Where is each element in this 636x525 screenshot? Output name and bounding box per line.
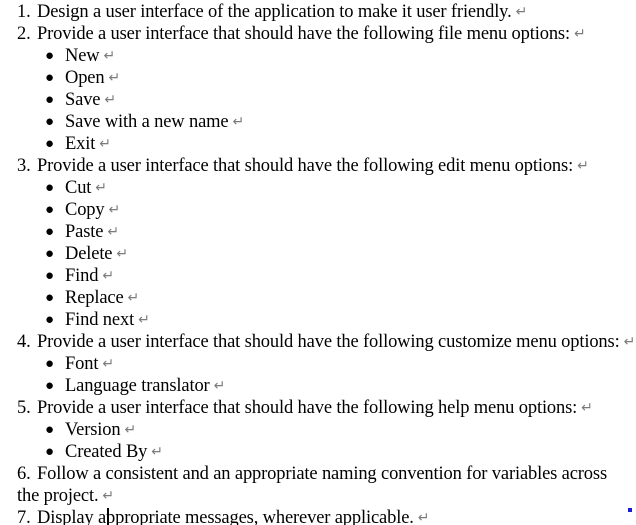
list-item[interactable]: ● Language translator ↵ <box>0 375 636 397</box>
list-item[interactable]: ● Find ↵ <box>0 265 636 287</box>
list-item-label: New <box>65 46 100 66</box>
requirement-text: Provide a user interface that should hav… <box>37 156 574 176</box>
list-item[interactable]: ● Save with a new name ↵ <box>0 111 636 133</box>
list-item-label: Exit <box>65 134 96 154</box>
list-number: 3. <box>17 156 31 176</box>
bullet-icon: ● <box>45 378 54 394</box>
list-item-label: Created By <box>65 442 148 462</box>
bullet-icon: ● <box>45 290 54 306</box>
requirement-line[interactable]: 5. Provide a user interface that should h… <box>0 397 636 419</box>
paragraph-return-mark: ↵ <box>515 4 528 20</box>
bullet-icon: ● <box>45 312 54 328</box>
requirement-line[interactable]: 4. Provide a user interface that should h… <box>0 331 636 353</box>
bullet-icon: ● <box>45 48 54 64</box>
list-item[interactable]: ● New ↵ <box>0 45 636 67</box>
bullet-icon: ● <box>45 422 54 438</box>
requirement-text: Provide a user interface that should hav… <box>37 398 578 418</box>
paragraph-return-mark: ↵ <box>623 334 636 350</box>
bullet-icon: ● <box>45 92 54 108</box>
paragraph-return-mark: ↵ <box>107 224 119 240</box>
paragraph-return-mark: ↵ <box>102 268 114 284</box>
paragraph-return-mark: ↵ <box>213 378 226 394</box>
list-item-label: Font <box>65 354 99 374</box>
list-item[interactable]: ● Delete ↵ <box>0 243 636 265</box>
requirement-text: Follow a consistent and an appropriate n… <box>37 464 608 484</box>
bullet-icon: ● <box>45 246 54 262</box>
paragraph-return-mark: ↵ <box>573 26 586 42</box>
list-number: 6. <box>17 464 31 484</box>
list-item-label: Version <box>65 420 121 440</box>
paragraph-return-mark: ↵ <box>95 180 107 196</box>
requirement-continuation-line[interactable]: the project. ↵ <box>0 485 636 507</box>
requirement-text: the project. <box>17 486 99 506</box>
paragraph-return-mark: ↵ <box>116 246 128 262</box>
list-number: 2. <box>17 24 31 44</box>
list-item-label: Open <box>65 68 105 88</box>
document-text-body[interactable]: 1. Design a user interface of the applica… <box>0 0 636 525</box>
paragraph-return-mark: ↵ <box>417 510 430 525</box>
list-item-label: Save <box>65 90 101 110</box>
revision-anchor-mark <box>628 508 632 512</box>
document-viewport[interactable]: 1. Design a user interface of the applica… <box>0 0 636 525</box>
bullet-icon: ● <box>45 356 54 372</box>
list-number: 7. <box>17 508 31 525</box>
requirement-line[interactable]: 7. Display appropriate messages, wherever… <box>0 507 636 525</box>
list-item[interactable]: ● Cut ↵ <box>0 177 636 199</box>
bullet-icon: ● <box>45 202 54 218</box>
list-item[interactable]: ● Open ↵ <box>0 67 636 89</box>
text-cursor <box>107 508 109 525</box>
list-item[interactable]: ● Created By ↵ <box>0 441 636 463</box>
paragraph-return-mark: ↵ <box>108 70 121 86</box>
list-item[interactable]: ● Exit ↵ <box>0 133 636 155</box>
paragraph-return-mark: ↵ <box>108 202 121 218</box>
requirement-line[interactable]: 1. Design a user interface of the applica… <box>0 1 636 23</box>
requirement-text: Display appropriate messages, wherever a… <box>37 508 414 525</box>
paragraph-return-mark: ↵ <box>581 400 593 416</box>
paragraph-return-mark: ↵ <box>138 312 150 328</box>
list-number: 4. <box>17 332 31 352</box>
list-item[interactable]: ● Replace ↵ <box>0 287 636 309</box>
bullet-icon: ● <box>45 70 54 86</box>
list-item[interactable]: ● Version ↵ <box>0 419 636 441</box>
requirement-line[interactable]: 3. Provide a user interface that should h… <box>0 155 636 177</box>
list-item-label: Cut <box>65 178 92 198</box>
bullet-icon: ● <box>45 268 54 284</box>
list-item[interactable]: ● Find next ↵ <box>0 309 636 331</box>
list-item[interactable]: ● Font ↵ <box>0 353 636 375</box>
requirement-text: Provide a user interface that should hav… <box>37 24 570 44</box>
paragraph-return-mark: ↵ <box>103 48 116 64</box>
paragraph-return-mark: ↵ <box>104 92 116 108</box>
requirement-text: Provide a user interface that should hav… <box>37 332 620 352</box>
paragraph-return-mark: ↵ <box>232 114 245 130</box>
paragraph-return-mark: ↵ <box>127 290 140 306</box>
requirement-line[interactable]: 6. Follow a consistent and an appropriate… <box>0 463 636 485</box>
bullet-icon: ● <box>45 180 54 196</box>
bullet-icon: ● <box>45 114 54 130</box>
paragraph-return-mark: ↵ <box>102 488 115 504</box>
list-item[interactable]: ● Copy ↵ <box>0 199 636 221</box>
list-item-label: Copy <box>65 200 105 220</box>
list-item-label: Replace <box>65 288 124 308</box>
list-item-label: Delete <box>65 244 113 264</box>
list-item-label: Language translator <box>65 376 210 396</box>
paragraph-return-mark: ↵ <box>102 356 114 372</box>
bullet-icon: ● <box>45 136 54 152</box>
list-item[interactable]: ● Paste ↵ <box>0 221 636 243</box>
list-item-label: Paste <box>65 222 104 242</box>
list-item-label: Find next <box>65 310 135 330</box>
list-number: 5. <box>17 398 31 418</box>
list-item-label: Find <box>65 266 99 286</box>
paragraph-return-mark: ↵ <box>124 422 137 438</box>
bullet-icon: ● <box>45 444 54 460</box>
list-item-label: Save with a new name <box>65 112 229 132</box>
list-item[interactable]: ● Save ↵ <box>0 89 636 111</box>
bullet-icon: ● <box>45 224 54 240</box>
requirement-line[interactable]: 2. Provide a user interface that should h… <box>0 23 636 45</box>
requirement-text: Design a user interface of the applicati… <box>37 2 512 22</box>
paragraph-return-mark: ↵ <box>577 158 589 174</box>
paragraph-return-mark: ↵ <box>151 444 163 460</box>
list-number: 1. <box>17 2 31 22</box>
paragraph-return-mark: ↵ <box>99 136 111 152</box>
